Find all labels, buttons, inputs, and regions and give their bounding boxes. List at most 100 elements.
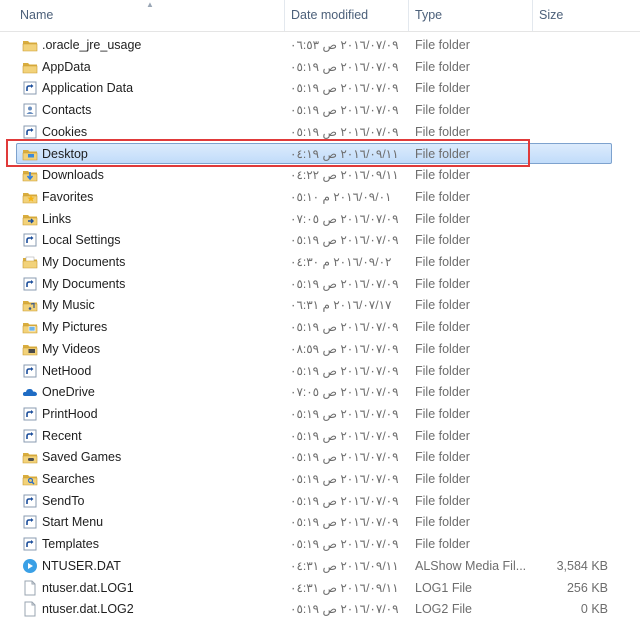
file-date-modified: ٢٠١٦/٠٧/٠٩ ص ٠٥:١٩ [290, 81, 399, 96]
shortcut-folder-icon [22, 406, 38, 422]
documents-folder-icon [22, 254, 38, 270]
file-name: OneDrive [42, 385, 95, 400]
file-type: LOG1 File [415, 580, 472, 595]
file-date-modified: ٢٠١٦/٠٩/١١ ص ٠٤:٣١ [290, 558, 399, 573]
file-name: NTUSER.DAT [42, 558, 121, 573]
file-date-modified: ٢٠١٦/٠٩/١١ ص ٠٤:٢٢ [290, 168, 399, 183]
column-header-bar: ▲ Name Date modified Type Size [0, 0, 640, 32]
file-type: File folder [415, 103, 470, 118]
file-name: PrintHood [42, 406, 98, 421]
file-row[interactable]: SendTo ٢٠١٦/٠٧/٠٩ ص ٠٥:١٩ File folder [0, 490, 640, 512]
file-row[interactable]: My Documents ٢٠١٦/٠٧/٠٩ ص ٠٥:١٩ File folde… [0, 273, 640, 295]
folder-icon [22, 37, 38, 53]
file-row[interactable]: NetHood ٢٠١٦/٠٧/٠٩ ص ٠٥:١٩ File folder [0, 360, 640, 382]
shortcut-folder-icon [22, 232, 38, 248]
file-date-modified: ٢٠١٦/٠٧/٠٩ ص ٠٥:١٩ [290, 450, 399, 465]
column-header-size[interactable]: Size [532, 0, 640, 31]
column-header-type[interactable]: Type [408, 0, 532, 31]
file-type: File folder [415, 255, 470, 269]
file-name: Searches [42, 472, 95, 486]
links-folder-icon [22, 211, 38, 227]
file-row[interactable]: Start Menu ٢٠١٦/٠٧/٠٩ ص ٠٥:١٩ File folder [0, 511, 640, 533]
file-row[interactable]: My Music ٢٠١٦/٠٧/١٧ م ٠٦:٣١ File folder [0, 294, 640, 316]
shortcut-folder-icon [22, 536, 38, 552]
file-type: File folder [415, 320, 470, 335]
file-row[interactable]: NTUSER.DAT ٢٠١٦/٠٩/١١ ص ٠٤:٣١ ALShow Media… [0, 555, 640, 577]
contacts-folder-icon [22, 102, 38, 118]
file-date-modified: ٢٠١٦/٠٧/٠٩ ص ٠٧:٠٥ [290, 385, 399, 400]
file-name: Local Settings [42, 233, 121, 248]
shortcut-folder-icon [22, 428, 38, 444]
file-type: File folder [415, 276, 470, 291]
file-name: ntuser.dat.LOG2 [42, 602, 134, 617]
file-row[interactable]: Links ٢٠١٦/٠٧/٠٩ ص ٠٧:٠٥ File folder [0, 208, 640, 230]
file-name: My Music [42, 298, 95, 313]
file-type: ALShow Media Fil... [415, 558, 527, 573]
file-date-modified: ٢٠١٦/٠٧/٠٩ ص ٠٥:١٩ [290, 602, 399, 617]
file-row[interactable]: Favorites ٢٠١٦/٠٩/٠١ م ٠٥:١٠ File folder [0, 186, 640, 208]
file-type: File folder [415, 124, 470, 139]
file-name: Saved Games [42, 450, 122, 465]
folder-icon [22, 59, 38, 75]
file-row[interactable]: Recent ٢٠١٦/٠٧/٠٩ ص ٠٥:١٩ File folder [0, 425, 640, 447]
file-icon [22, 601, 38, 617]
file-name: Links [42, 211, 72, 226]
file-type: File folder [415, 428, 470, 443]
file-row[interactable]: Downloads ٢٠١٦/٠٩/١١ ص ٠٤:٢٢ File folder [0, 164, 640, 186]
file-type: File folder [415, 341, 470, 356]
file-row[interactable]: Contacts ٢٠١٦/٠٧/٠٩ ص ٠٥:١٩ File folder [0, 99, 640, 121]
file-date-modified: ٢٠١٦/٠٧/٠٩ ص ٠٥:١٩ [290, 233, 399, 248]
file-row[interactable]: Application Data ٢٠١٦/٠٧/٠٩ ص ٠٥:١٩ File f… [0, 77, 640, 99]
file-row[interactable]: ntuser.dat.LOG2 ٢٠١٦/٠٧/٠٩ ص ٠٥:١٩ LOG2 Fi… [0, 598, 640, 620]
onedrive-cloud-icon [22, 384, 38, 400]
file-date-modified: ٢٠١٦/٠٧/٠٩ ص ٠٨:٥٩ [290, 341, 399, 356]
file-name: .oracle_jre_usage [42, 38, 142, 52]
file-name: My Pictures [42, 320, 108, 335]
file-row[interactable]: My Videos ٢٠١٦/٠٧/٠٩ ص ٠٨:٥٩ File folder [0, 338, 640, 360]
file-size: 0 KB [580, 602, 608, 617]
file-name: NetHood [42, 363, 92, 378]
file-row[interactable]: OneDrive ٢٠١٦/٠٧/٠٩ ص ٠٧:٠٥ File folder [0, 381, 640, 403]
file-type: File folder [415, 146, 470, 161]
file-row[interactable]: .oracle_jre_usage ٢٠١٦/٠٧/٠٩ ص ٠٦:٥٣ File … [0, 34, 640, 56]
file-date-modified: ٢٠١٦/٠٧/٠٩ ص ٠٥:١٩ [290, 59, 399, 74]
file-type: File folder [415, 168, 470, 183]
file-name: My Documents [42, 276, 126, 291]
file-row[interactable]: My Documents ٢٠١٦/٠٩/٠٢ م ٠٤:٣٠ File folde… [0, 251, 640, 273]
shortcut-folder-icon [22, 276, 38, 292]
file-name: ntuser.dat.LOG1 [42, 580, 134, 595]
searches-folder-icon [22, 471, 38, 487]
file-size: 256 KB [566, 580, 608, 595]
file-type: File folder [415, 59, 470, 74]
file-row[interactable]: Local Settings ٢٠١٦/٠٧/٠٩ ص ٠٥:١٩ File fol… [0, 229, 640, 251]
file-date-modified: ٢٠١٦/٠٧/٠٩ ص ٠٥:١٩ [290, 406, 399, 421]
file-row[interactable]: Templates ٢٠١٦/٠٧/٠٩ ص ٠٥:١٩ File folder [0, 533, 640, 555]
saved-games-folder-icon [22, 449, 38, 465]
file-row[interactable]: Searches ٢٠١٦/٠٧/٠٩ ص ٠٥:١٩ File folder [0, 468, 640, 490]
file-type: File folder [415, 189, 470, 204]
file-row[interactable]: AppData ٢٠١٦/٠٧/٠٩ ص ٠٥:١٩ File folder [0, 56, 640, 78]
file-date-modified: ٢٠١٦/٠٩/٠١ م ٠٥:١٠ [290, 189, 392, 204]
file-type: File folder [415, 298, 470, 313]
column-header-name[interactable]: Name [14, 0, 284, 31]
file-date-modified: ٢٠١٦/٠٧/١٧ م ٠٦:٣١ [290, 298, 392, 313]
file-date-modified: ٢٠١٦/٠٧/٠٩ ص ٠٥:١٩ [290, 472, 399, 486]
music-folder-icon [22, 297, 38, 313]
file-row[interactable]: ntuser.dat.LOG1 ٢٠١٦/٠٩/١١ ص ٠٤:٣١ LOG1 Fi… [0, 577, 640, 599]
file-date-modified: ٢٠١٦/٠٩/١١ ص ٠٤:١٩ [290, 146, 399, 161]
file-date-modified: ٢٠١٦/٠٧/٠٩ ص ٠٥:١٩ [290, 320, 399, 335]
file-date-modified: ٢٠١٦/٠٧/٠٩ ص ٠٥:١٩ [290, 537, 399, 552]
file-date-modified: ٢٠١٦/٠٧/٠٩ ص ٠٧:٠٥ [290, 211, 399, 226]
column-header-date-modified[interactable]: Date modified [284, 0, 408, 31]
file-date-modified: ٢٠١٦/٠٩/٠٢ م ٠٤:٣٠ [290, 255, 392, 269]
file-row[interactable]: My Pictures ٢٠١٦/٠٧/٠٩ ص ٠٥:١٩ File folder [0, 316, 640, 338]
file-name: My Videos [42, 341, 101, 356]
downloads-folder-icon [22, 167, 38, 183]
file-row[interactable]: PrintHood ٢٠١٦/٠٧/٠٩ ص ٠٥:١٩ File folder [0, 403, 640, 425]
file-row-selected[interactable]: Desktop ٢٠١٦/٠٩/١١ ص ٠٤:١٩ File folder [0, 142, 640, 165]
file-row[interactable]: Cookies ٢٠١٦/٠٧/٠٩ ص ٠٥:١٩ File folder [0, 121, 640, 143]
file-type: File folder [415, 211, 470, 226]
file-row[interactable]: Saved Games ٢٠١٦/٠٧/٠٩ ص ٠٥:١٩ File folder [0, 446, 640, 468]
file-type: LOG2 File [415, 602, 472, 617]
file-type: File folder [415, 38, 470, 52]
